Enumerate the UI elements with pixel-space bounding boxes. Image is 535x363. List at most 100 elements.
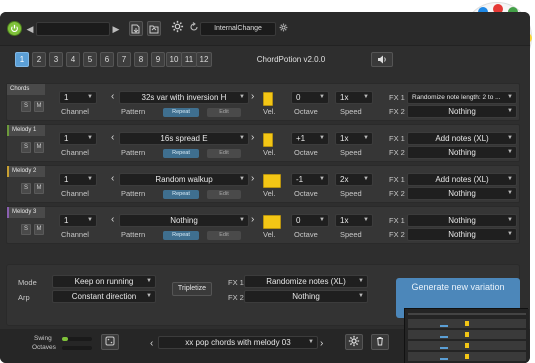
fx2-select[interactable]: Nothing ▼: [407, 146, 517, 159]
solo-button[interactable]: S: [21, 224, 31, 235]
octave-select[interactable]: 0 ▼: [291, 214, 329, 227]
tab-3[interactable]: 3: [49, 52, 63, 67]
octaves-label: Octaves: [32, 344, 56, 351]
tab-1[interactable]: 1: [15, 52, 29, 67]
chevron-down-icon: ▼: [319, 135, 325, 141]
preset-prev-button[interactable]: ◀: [26, 22, 34, 36]
pattern-select[interactable]: Nothing ▼: [119, 214, 249, 227]
tab-5[interactable]: 5: [83, 52, 97, 67]
edit-button[interactable]: Edit: [207, 149, 241, 158]
tab-6[interactable]: 6: [100, 52, 114, 67]
gear-icon: [348, 335, 360, 347]
load-preset-button[interactable]: [147, 21, 161, 36]
pattern-prev-arrow[interactable]: ‹: [111, 215, 114, 225]
octave-value: -1: [296, 175, 304, 184]
pattern-next-arrow[interactable]: ›: [251, 215, 254, 225]
channel-select[interactable]: 1 ▼: [59, 132, 97, 145]
octave-value: 0: [296, 216, 301, 225]
tripletize-button[interactable]: Tripletize: [172, 282, 212, 296]
octave-select[interactable]: 0 ▼: [291, 91, 329, 104]
fx2-select[interactable]: Nothing ▼: [407, 105, 517, 118]
fx1-value: Nothing: [448, 216, 476, 225]
row-tag: Melody 3: [7, 207, 45, 218]
fx1-select[interactable]: Nothing ▼: [407, 214, 517, 227]
tab-4[interactable]: 4: [66, 52, 80, 67]
mute-button[interactable]: M: [34, 224, 44, 235]
pattern-select[interactable]: Random walkup ▼: [119, 173, 249, 186]
internal-change-settings-button[interactable]: [278, 22, 288, 36]
tab-7[interactable]: 7: [117, 52, 131, 67]
speed-select[interactable]: 1x ▼: [335, 132, 373, 145]
channel-select[interactable]: 1 ▼: [59, 214, 97, 227]
folder-icon: [149, 25, 159, 34]
octaves-slider[interactable]: [62, 346, 92, 350]
repeat-button[interactable]: Repeat: [163, 108, 199, 117]
speed-select[interactable]: 1x ▼: [335, 214, 373, 227]
solo-button[interactable]: S: [21, 183, 31, 194]
preset-name-field[interactable]: [36, 22, 110, 36]
fx1-select[interactable]: Add notes (XL) ▼: [407, 173, 517, 186]
pattern-select[interactable]: 32s var with inversion H ▼: [119, 91, 249, 104]
mode-select[interactable]: Keep on running ▼: [52, 275, 156, 288]
internal-change-field[interactable]: InternalChange: [200, 22, 276, 36]
power-button[interactable]: [7, 21, 22, 36]
repeat-button[interactable]: Repeat: [163, 149, 199, 158]
pattern-next-arrow[interactable]: ›: [251, 92, 254, 102]
mute-button[interactable]: M: [34, 183, 44, 194]
edit-button[interactable]: Edit: [207, 190, 241, 199]
octave-select[interactable]: +1 ▼: [291, 132, 329, 145]
chevron-down-icon: ▼: [363, 135, 369, 141]
preset-list-next-arrow[interactable]: ›: [320, 339, 323, 349]
tab-2[interactable]: 2: [32, 52, 46, 67]
speed-select[interactable]: 2x ▼: [335, 173, 373, 186]
channel-select[interactable]: 1 ▼: [59, 91, 97, 104]
channel-select[interactable]: 1 ▼: [59, 173, 97, 186]
repeat-button[interactable]: Repeat: [163, 231, 199, 240]
pattern-next-arrow[interactable]: ›: [251, 174, 254, 184]
delete-preset-button[interactable]: [371, 334, 389, 350]
pattern-next-arrow[interactable]: ›: [251, 133, 254, 143]
velocity-swatch[interactable]: [263, 92, 273, 106]
velocity-swatch[interactable]: [263, 133, 273, 147]
pattern-prev-arrow[interactable]: ‹: [111, 133, 114, 143]
fx1-select[interactable]: Randomize note length: 2 to ... ▼: [407, 91, 517, 104]
edit-button[interactable]: Edit: [207, 231, 241, 240]
global-fx1-select[interactable]: Randomize notes (XL) ▼: [244, 275, 368, 288]
preset-next-button[interactable]: ▶: [112, 22, 120, 36]
tab-8[interactable]: 8: [134, 52, 148, 67]
preset-settings-button[interactable]: [345, 334, 363, 350]
randomize-button[interactable]: [101, 334, 119, 350]
row-tag: Melody 1: [7, 125, 45, 136]
preset-list-prev-arrow[interactable]: ‹: [150, 339, 153, 349]
settings-button[interactable]: [170, 20, 184, 36]
speed-select[interactable]: 1x ▼: [335, 91, 373, 104]
tab-9[interactable]: 9: [151, 52, 165, 67]
repeat-button[interactable]: Repeat: [163, 190, 199, 199]
pattern-prev-arrow[interactable]: ‹: [111, 92, 114, 102]
preview-sound-button[interactable]: [371, 52, 393, 67]
chevron-down-icon: ▼: [87, 135, 93, 141]
fx2-select[interactable]: Nothing ▼: [407, 187, 517, 200]
velocity-swatch[interactable]: [263, 174, 281, 188]
solo-button[interactable]: S: [21, 101, 31, 112]
solo-button[interactable]: S: [21, 142, 31, 153]
velocity-swatch[interactable]: [263, 215, 281, 229]
pattern-select[interactable]: 16s spread E ▼: [119, 132, 249, 145]
mute-button[interactable]: M: [34, 142, 44, 153]
arp-select[interactable]: Constant direction ▼: [52, 290, 156, 303]
edit-button[interactable]: Edit: [207, 108, 241, 117]
fx2-select[interactable]: Nothing ▼: [407, 228, 517, 241]
mute-button[interactable]: M: [34, 101, 44, 112]
tab-12[interactable]: 12: [196, 52, 212, 67]
save-preset-button[interactable]: [129, 21, 143, 36]
fx1-select[interactable]: Add notes (XL) ▼: [407, 132, 517, 145]
preset-select[interactable]: xx pop chords with melody 03 ▼: [158, 336, 318, 349]
tab-11[interactable]: 11: [181, 52, 197, 67]
global-fx2-select[interactable]: Nothing ▼: [244, 290, 368, 303]
refresh-button[interactable]: [189, 22, 199, 36]
fx2-label: FX 2: [389, 189, 405, 198]
tab-10[interactable]: 10: [166, 52, 182, 67]
chevron-down-icon: ▼: [239, 135, 245, 141]
octave-select[interactable]: -1 ▼: [291, 173, 329, 186]
pattern-prev-arrow[interactable]: ‹: [111, 174, 114, 184]
